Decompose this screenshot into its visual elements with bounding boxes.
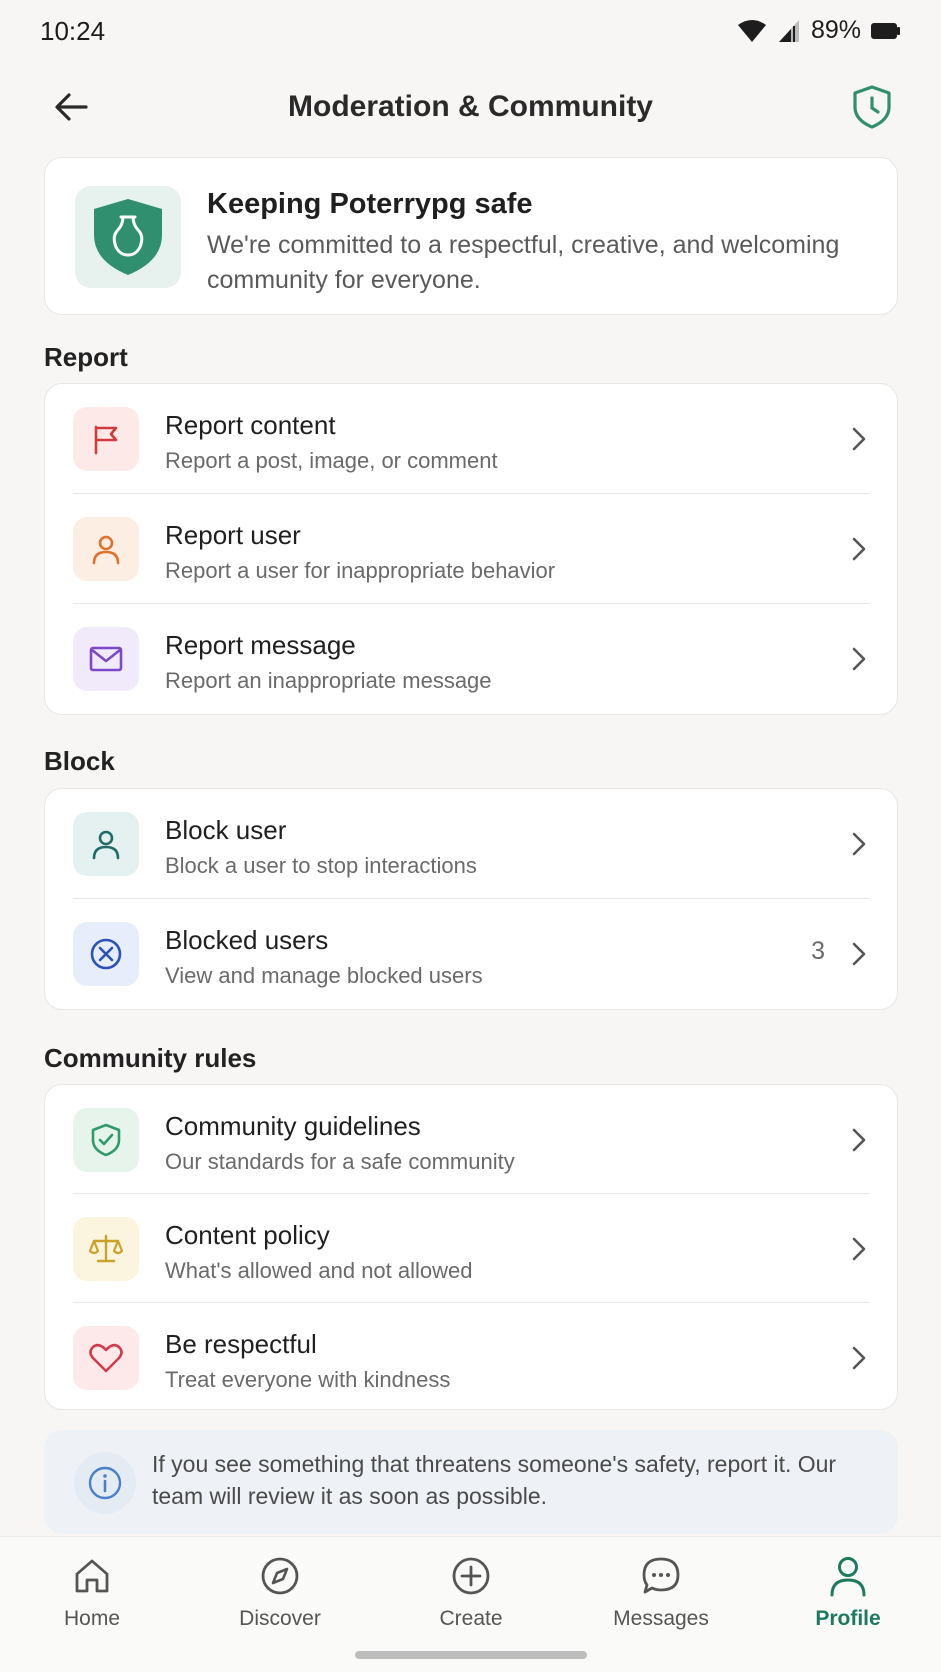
shield-check-icon [91,1123,121,1157]
nav-create-label: Create [439,1607,503,1630]
community-guidelines-sub: Our standards for a safe community [165,1149,515,1174]
community-guidelines-row[interactable]: Community guidelines Our standards for a… [45,1085,897,1194]
safety-info-box: If you see something that threatens some… [44,1430,898,1534]
app-header: Moderation & Community [0,78,941,136]
nav-discover[interactable]: Discover [205,1553,355,1631]
report-user-sub: Report a user for inappropriate behavior [165,558,556,583]
vase-shield-icon [94,199,162,275]
user-icon [92,830,120,860]
flag-icon [94,425,118,455]
home-icon [17,1553,167,1599]
report-message-label: Report message [165,630,356,660]
nav-profile[interactable]: Profile [773,1553,923,1631]
community-rules-card: Community guidelines Our standards for a… [44,1084,898,1410]
chevron-right-icon [849,1234,869,1264]
nav-messages[interactable]: Messages [586,1553,736,1631]
status-bar: 10:24 89% [0,0,941,64]
safety-hero-card: Keeping Poterrypg safe We're committed t… [44,157,898,315]
info-text: If you see something that threatens some… [152,1451,837,1509]
safety-shield-button[interactable] [847,82,897,132]
heart-icon [89,1343,123,1373]
bottom-navigation: Home Discover Create Messages Profile [0,1536,941,1672]
report-content-row[interactable]: Report content Report a post, image, or … [45,384,897,494]
report-content-sub: Report a post, image, or comment [165,448,498,473]
community-guidelines-label: Community guidelines [165,1111,421,1141]
profile-icon [773,1553,923,1599]
content-policy-sub: What's allowed and not allowed [165,1258,473,1283]
report-message-row[interactable]: Report message Report an inappropriate m… [45,604,897,714]
report-message-sub: Report an inappropriate message [165,668,492,693]
scale-icon [89,1234,123,1263]
signal-icon [777,19,801,43]
wifi-icon [737,19,767,43]
nav-home[interactable]: Home [17,1553,167,1631]
content-policy-label: Content policy [165,1220,330,1250]
battery-icon [871,21,901,41]
chevron-right-icon [849,644,869,674]
chat-icon [586,1553,736,1599]
home-indicator[interactable] [355,1651,587,1659]
chevron-right-icon [849,534,869,564]
status-icons: 89% [737,16,901,45]
nav-create[interactable]: Create [396,1553,546,1631]
nav-profile-label: Profile [815,1607,881,1630]
user-icon [92,535,120,565]
blocked-users-label: Blocked users [165,925,329,955]
blocked-users-count: 3 [811,937,825,965]
block-user-label: Block user [165,815,287,845]
be-respectful-sub: Treat everyone with kindness [165,1367,451,1392]
compass-icon [205,1553,355,1599]
report-user-label: Report user [165,520,301,550]
section-title-block: Block [44,746,115,776]
report-user-row[interactable]: Report user Report a user for inappropri… [45,494,897,604]
section-title-community-rules: Community rules [44,1043,257,1073]
report-user-icon-wrap [73,517,139,581]
report-content-label: Report content [165,410,336,440]
report-message-icon-wrap [73,627,139,691]
chevron-right-icon [849,1343,869,1373]
chevron-right-icon [849,829,869,859]
report-content-icon-wrap [73,407,139,471]
blocked-users-row[interactable]: Blocked users View and manage blocked us… [45,899,897,1009]
chevron-right-icon [849,1125,869,1155]
page-title: Moderation & Community [288,90,653,123]
hero-icon [75,186,181,288]
nav-messages-label: Messages [613,1607,709,1630]
blocked-icon [90,938,122,970]
status-time: 10:24 [40,16,106,46]
shield-clock-icon [853,85,891,129]
be-respectful-row[interactable]: Be respectful Treat everyone with kindne… [45,1303,897,1411]
block-card: Block user Block a user to stop interact… [44,788,898,1010]
battery-percent: 89% [810,16,861,44]
block-user-icon-wrap [73,812,139,876]
blocked-users-icon-wrap [73,922,139,986]
moderation-screen: 10:24 89% Moderation & Community Keeping… [0,0,941,1672]
be-respectful-icon-wrap [73,1326,139,1390]
block-user-sub: Block a user to stop interactions [165,853,477,878]
report-card: Report content Report a post, image, or … [44,383,898,715]
section-title-report: Report [44,342,128,372]
block-user-row[interactable]: Block user Block a user to stop interact… [45,789,897,899]
plus-circle-icon [396,1553,546,1599]
content-policy-row[interactable]: Content policy What's allowed and not al… [45,1194,897,1303]
content-policy-icon-wrap [73,1217,139,1281]
be-respectful-label: Be respectful [165,1329,317,1359]
hero-subtitle: We're committed to a respectful, creativ… [207,231,840,294]
blocked-users-sub: View and manage blocked users [165,963,483,988]
nav-discover-label: Discover [239,1607,321,1630]
chevron-right-icon [849,424,869,454]
info-icon [74,1452,136,1514]
chevron-right-icon [849,939,869,969]
community-guidelines-icon-wrap [73,1108,139,1172]
nav-home-label: Home [63,1607,121,1630]
mail-icon [89,646,123,672]
hero-title: Keeping Poterrypg safe [207,188,533,220]
